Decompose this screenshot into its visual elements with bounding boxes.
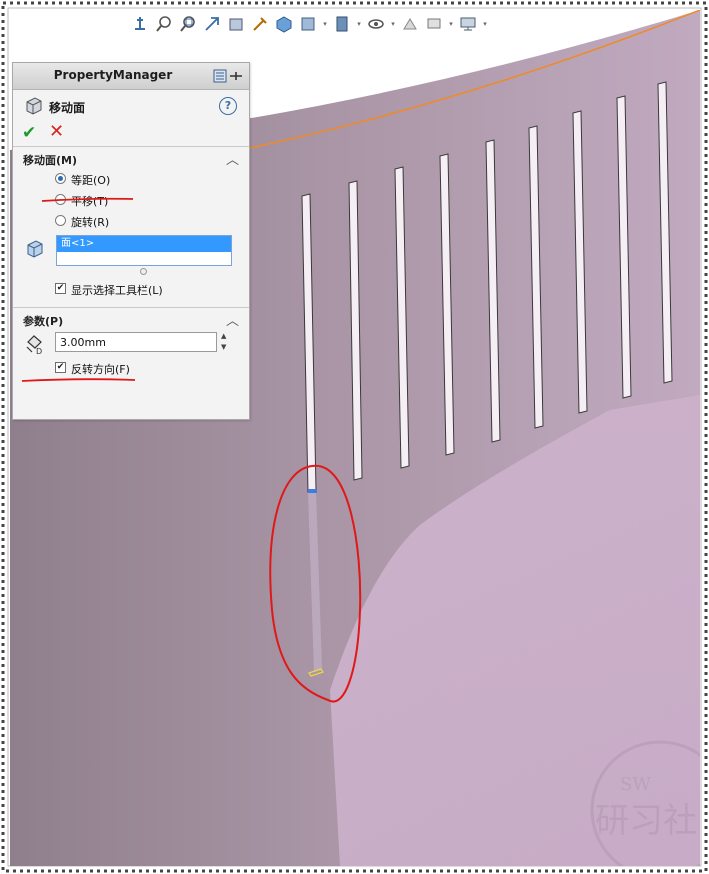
selected-face-item[interactable]: 面<1> [57,236,231,252]
offset-radio[interactable] [55,173,66,184]
option-rotate[interactable]: 旋转(R) [13,211,249,232]
view-orientation-icon[interactable] [130,14,150,34]
property-manager-panel: PropertyManager 移动面 ? ✔ ✕ 移动面(M) ︿ 等距(O)… [12,62,250,420]
pin-icon[interactable] [229,68,243,87]
face-selection-list[interactable]: 面<1> [56,235,232,266]
section-view-icon[interactable] [226,14,246,34]
list-resize-handle[interactable] [140,268,147,275]
rotate-radio[interactable] [55,215,66,226]
feature-title-row: 移动面 ? [13,90,249,120]
graphics-viewport[interactable]: SW 研习社 ▾ ▾ ▾ ▾ ▾ PropertyManager 移动面 ? ✔… [10,10,700,866]
distance-input[interactable] [55,332,217,352]
option-offset[interactable]: 等距(O) [13,169,249,190]
confirm-actions: ✔ ✕ [13,120,249,146]
hide-show-icon[interactable] [332,14,352,34]
view-orientation-cube-icon[interactable] [274,14,294,34]
chevron-up-icon[interactable]: ︿ [226,149,239,168]
reverse-direction-checkbox[interactable]: ✔ [55,362,66,373]
show-toolbar-checkbox[interactable]: ✔ [55,283,66,294]
distance-row: D ▲ ▼ [13,330,249,358]
chevron-up-icon[interactable]: ︿ [226,310,239,329]
watermark-text-1: SW [620,774,651,795]
reverse-direction-row[interactable]: ✔ 反转方向(F) [13,358,249,380]
property-manager-header: PropertyManager [13,63,249,90]
dropdown-icon[interactable]: ▾ [390,14,396,34]
spin-up-icon[interactable]: ▲ [221,332,226,340]
translate-radio[interactable] [55,194,66,205]
tree-display-icon[interactable] [213,68,227,87]
dynamic-annotation-icon[interactable] [250,14,270,34]
show-toolbar-row[interactable]: ✔ 显示选择工具栏(L) [13,279,249,301]
display-style-icon[interactable] [298,14,318,34]
previous-view-icon[interactable] [202,14,222,34]
rotate-label: 旋转(R) [71,216,110,229]
move-face-group-title: 移动面(M) [23,154,78,167]
watermark-text-2: 研习社 [595,801,697,841]
heads-up-view-toolbar: ▾ ▾ ▾ ▾ ▾ [130,10,488,38]
show-toolbar-label: 显示选择工具栏(L) [71,284,163,297]
distance-icon: D [26,335,42,355]
monitor-icon[interactable] [458,14,478,34]
params-group-title: 参数(P) [23,315,64,328]
dropdown-icon[interactable]: ▾ [482,14,488,34]
apply-scene-icon[interactable] [400,14,420,34]
spin-down-icon[interactable]: ▼ [221,343,226,351]
help-icon[interactable]: ? [219,97,237,115]
property-manager-title: PropertyManager [53,68,173,82]
feature-name: 移动面 [49,101,86,115]
dropdown-icon[interactable]: ▾ [448,14,454,34]
cancel-button[interactable]: ✕ [49,123,64,141]
selected-face-highlight [308,489,317,493]
reverse-direction-label: 反转方向(F) [71,363,130,376]
face-selection-row: 面<1> [13,235,249,279]
zoom-area-icon[interactable] [178,14,198,34]
svg-text:D: D [36,347,42,355]
translate-label: 平移(T) [71,195,109,208]
option-translate[interactable]: 平移(T) [13,190,249,211]
ok-button[interactable]: ✔ [22,124,36,142]
move-face-group-header[interactable]: 移动面(M) ︿ [13,147,249,169]
params-group-header[interactable]: 参数(P) ︿ [13,308,249,330]
edit-appearance-icon[interactable] [366,14,386,34]
offset-label: 等距(O) [71,174,111,187]
dropdown-icon[interactable]: ▾ [356,14,362,34]
face-selection-icon [27,240,43,258]
move-face-icon [26,97,42,115]
dropdown-icon[interactable]: ▾ [322,14,328,34]
zoom-to-fit-icon[interactable] [154,14,174,34]
view-settings-icon[interactable] [424,14,444,34]
